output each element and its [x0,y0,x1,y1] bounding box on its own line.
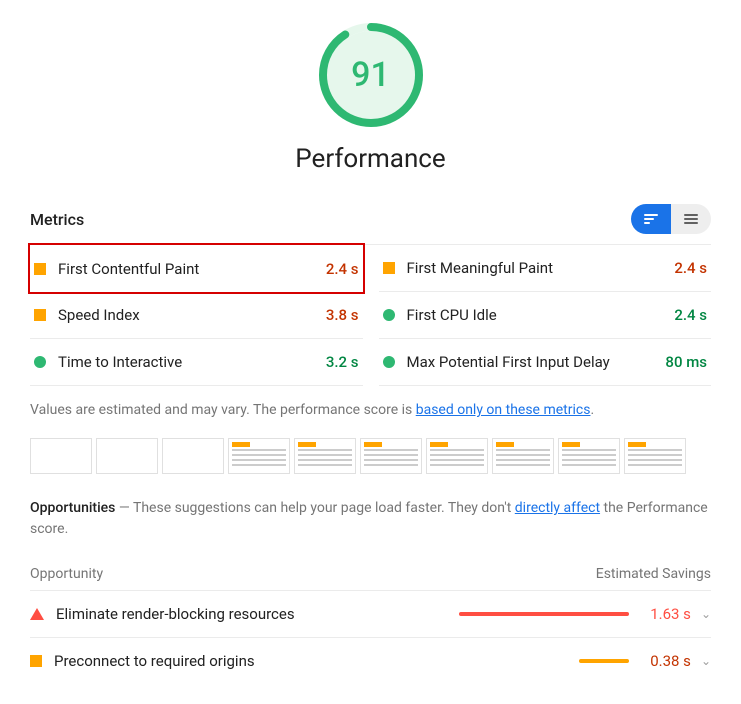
status-icon [34,263,46,275]
metric-value: 3.2 s [326,353,359,371]
footnote-text: Values are estimated and may vary. The p… [30,402,416,418]
metric-label: First Contentful Paint [58,260,199,278]
metric-label: Max Potential First Input Delay [407,353,610,371]
expanded-view-icon [684,214,698,224]
filmstrip-frame [492,438,554,474]
opp-col-right: Estimated Savings [596,566,711,582]
metric-label: First CPU Idle [407,306,497,324]
filmstrip [30,438,711,474]
metric-label: First Meaningful Paint [407,259,553,277]
metrics-footnote: Values are estimated and may vary. The p… [30,386,711,438]
status-icon [34,309,46,321]
chevron-down-icon: ⌄ [701,607,711,621]
opportunities-header: Opportunity Estimated Savings [30,558,711,591]
filmstrip-frame [228,438,290,474]
opportunities-intro-link[interactable]: directly affect [515,500,600,516]
savings-bar [449,612,629,616]
status-icon [383,356,395,368]
metric-value: 80 ms [665,353,707,371]
metric-row[interactable]: Speed Index 3.8 s [30,292,363,339]
opportunity-label: Preconnect to required origins [54,652,255,670]
warning-icon [30,608,44,620]
gauge-title: Performance [295,144,445,174]
metric-row[interactable]: Max Potential First Input Delay 80 ms [379,339,712,386]
opportunities-intro: Opportunities — These suggestions can he… [30,498,711,540]
metric-label: Speed Index [58,306,140,324]
filmstrip-frame [558,438,620,474]
status-icon [34,356,46,368]
opportunities-list: Eliminate render-blocking resources 1.63 … [30,591,711,684]
opp-col-left: Opportunity [30,566,103,582]
metric-value: 2.4 s [674,306,707,324]
opportunity-value: 1.63 s [639,605,691,623]
filmstrip-frame [96,438,158,474]
filmstrip-frame [294,438,356,474]
footnote-suffix: . [590,402,594,418]
metric-row[interactable]: First Contentful Paint 2.4 s [28,243,365,294]
filmstrip-frame [426,438,488,474]
status-icon [383,309,395,321]
filmstrip-frame [30,438,92,474]
opportunities-intro-text: — These suggestions can help your page l… [115,500,514,516]
footnote-link[interactable]: based only on these metrics [416,402,591,418]
opportunity-row[interactable]: Preconnect to required origins 0.38 s ⌄ [30,637,711,684]
metric-row[interactable]: Time to Interactive 3.2 s [30,339,363,386]
opportunity-row[interactable]: Eliminate render-blocking resources 1.63 … [30,591,711,637]
metric-row[interactable]: First Meaningful Paint 2.4 s [379,245,712,292]
filmstrip-frame [162,438,224,474]
gauge-score: 91 [351,55,390,95]
savings-bar [449,659,629,663]
filmstrip-frame [360,438,422,474]
metrics-heading: Metrics [30,210,84,229]
toggle-compact-button[interactable] [631,204,671,234]
filmstrip-frame [624,438,686,474]
compact-view-icon [644,214,658,224]
gauge-ring: 91 [316,20,426,130]
metric-value: 2.4 s [674,259,707,277]
metrics-grid: First Contentful Paint2.4 sFirst Meaning… [30,244,711,386]
view-toggle [631,204,711,234]
chevron-down-icon: ⌄ [701,654,711,668]
metric-label: Time to Interactive [58,353,182,371]
opportunity-value: 0.38 s [639,652,691,670]
metric-row[interactable]: First CPU Idle 2.4 s [379,292,712,339]
status-icon [383,262,395,274]
toggle-expanded-button[interactable] [671,204,711,234]
performance-gauge: 91 Performance [30,20,711,174]
metric-value: 2.4 s [326,260,359,278]
opportunities-title: Opportunities [30,500,115,516]
opportunity-label: Eliminate render-blocking resources [56,605,295,623]
metric-value: 3.8 s [326,306,359,324]
status-icon [30,655,42,667]
